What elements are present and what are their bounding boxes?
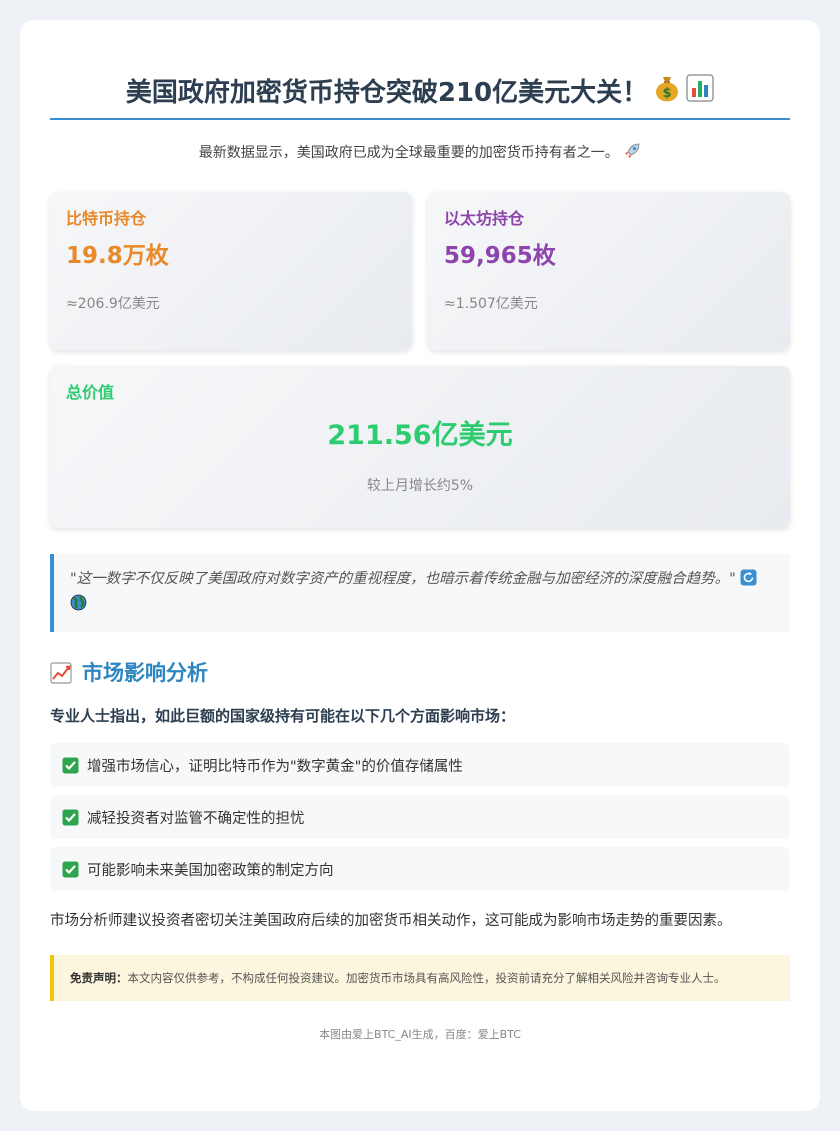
list-item-text: 减轻投资者对监管不确定性的担忧	[87, 810, 305, 827]
analysis-lead: 专业人士指出，如此巨额的国家级持有可能在以下几个方面影响市场：	[50, 707, 516, 726]
disclaimer-text: 本文内容仅供参考，不构成任何投资建议。加密货币市场具有高风险性，投资前请充分了解…	[127, 971, 726, 986]
footer-credit: 本图由爱上BTC_AI生成，百度：爱上BTC	[319, 1028, 521, 1042]
disclaimer-box: 免责声明：本文内容仅供参考，不构成任何投资建议。加密货币市场具有高风险性，投资前…	[50, 955, 790, 1002]
list-item: 增强市场信心，证明比特币作为"数字黄金"的价值存储属性	[50, 743, 790, 788]
check-mark-icon	[62, 757, 79, 774]
total-value-card: 总价值 211.56亿美元 较上月增长约5%	[50, 366, 790, 528]
check-mark-icon	[62, 809, 79, 826]
page-title: 美国政府加密货币持仓突破210亿美元大关！ $	[50, 20, 790, 116]
btc-holding-label: 比特币持仓	[66, 209, 147, 228]
refresh-icon	[740, 569, 757, 593]
trend-up-chart-icon	[50, 662, 72, 684]
list-item: 减轻投资者对监管不确定性的担忧	[50, 795, 790, 840]
btc-holding-usd: ≈206.9亿美元	[66, 296, 160, 312]
check-mark-icon	[62, 861, 79, 878]
btc-holding-card: 比特币持仓 19.8万枚 ≈206.9亿美元	[50, 192, 412, 350]
disclaimer-label: 免责声明：	[70, 971, 128, 986]
intro-text: 最新数据显示，美国政府已成为全球最重要的加密货币持有者之一。	[198, 145, 619, 161]
closing-paragraph: 市场分析师建议投资者密切关注美国政府后续的加密货币相关动作，这可能成为影响市场走…	[50, 913, 732, 930]
total-value-change: 较上月增长约5%	[366, 478, 474, 494]
total-value-amount: 211.56亿美元	[327, 420, 513, 451]
intro-paragraph: 最新数据显示，美国政府已成为全球最重要的加密货币持有者之一。	[50, 142, 790, 166]
quote-text: "这一数字不仅反映了美国政府对数字资产的重视程度，也暗示着传统金融与加密经济的深…	[70, 571, 736, 587]
analysis-section-title: 市场影响分析	[50, 658, 790, 688]
title-divider	[50, 118, 790, 120]
rocket-icon	[623, 142, 641, 166]
eth-holding-usd: ≈1.507亿美元	[444, 296, 538, 312]
eth-holding-value: 59,965枚	[444, 243, 556, 269]
bar-chart-icon	[686, 71, 714, 117]
eth-holding-card: 以太坊持仓 59,965枚 ≈1.507亿美元	[428, 192, 790, 350]
quote-block: "这一数字不仅反映了美国政府对数字资产的重视程度，也暗示着传统金融与加密经济的深…	[50, 554, 790, 632]
list-item-text: 增强市场信心，证明比特币作为"数字黄金"的价值存储属性	[87, 758, 463, 775]
money-bag-icon: $	[654, 71, 680, 117]
page-title-text: 美国政府加密货币持仓突破210亿美元大关！	[125, 78, 649, 108]
stats-row: 比特币持仓 19.8万枚 ≈206.9亿美元 以太坊持仓 59,965枚 ≈1.…	[50, 192, 790, 350]
list-item-text: 可能影响未来美国加密政策的制定方向	[87, 862, 334, 879]
article-card: 美国政府加密货币持仓突破210亿美元大关！ $ 最新数据显示，美国政府已成为全球最…	[20, 20, 820, 1111]
btc-holding-value: 19.8万枚	[66, 243, 169, 269]
total-value-label: 总价值	[66, 383, 115, 402]
impact-list: 增强市场信心，证明比特币作为"数字黄金"的价值存储属性 减轻投资者对监管不确定性…	[50, 743, 790, 892]
earth-icon	[70, 594, 87, 618]
analysis-title-text: 市场影响分析	[82, 661, 208, 685]
list-item: 可能影响未来美国加密政策的制定方向	[50, 847, 790, 892]
svg-text:$: $	[663, 86, 672, 101]
eth-holding-label: 以太坊持仓	[444, 209, 525, 228]
